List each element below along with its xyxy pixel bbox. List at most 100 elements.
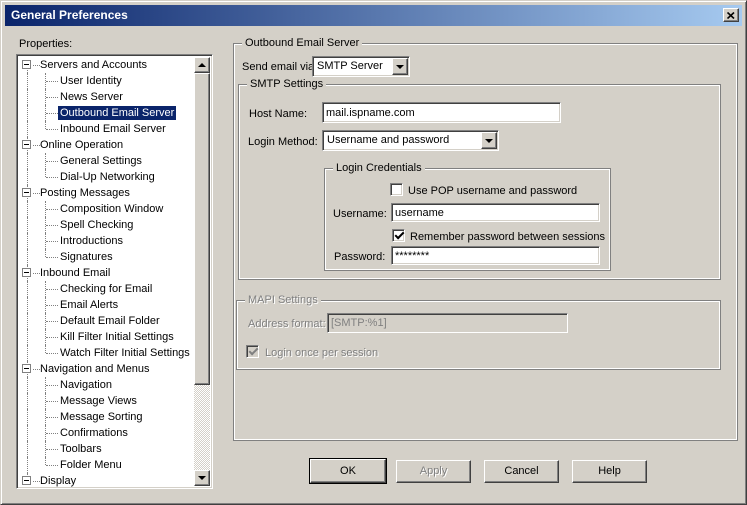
title-bar[interactable]: General Preferences (5, 5, 742, 26)
send-via-dropdown-button[interactable] (392, 58, 408, 75)
tree-connector-line (27, 441, 28, 457)
scroll-up-icon (198, 59, 206, 67)
tree-item-label[interactable]: Kill Filter Initial Settings (58, 330, 176, 344)
tree-item-label[interactable]: Default Email Folder (58, 314, 162, 328)
send-email-via-value: SMTP Server (317, 60, 383, 72)
tree-item[interactable]: Inbound Email (19, 265, 194, 281)
tree-item-label[interactable]: Inbound Email (38, 266, 112, 280)
tree-item[interactable]: Checking for Email (19, 281, 194, 297)
tree-item[interactable]: Signatures (19, 249, 194, 265)
tree-item[interactable]: General Settings (19, 153, 194, 169)
tree-collapse-icon[interactable] (22, 140, 31, 149)
tree-item-label[interactable]: Online Operation (38, 138, 125, 152)
tree-connector-line (27, 281, 28, 297)
tree-item[interactable]: Introductions (19, 233, 194, 249)
use-pop-label[interactable]: Use POP username and password (408, 185, 577, 197)
ok-button[interactable]: OK (310, 459, 386, 483)
tree-item[interactable]: Watch Filter Initial Settings (19, 345, 194, 361)
tree-connector-line (45, 249, 46, 257)
tree-item-label[interactable]: Outbound Email Server (58, 106, 176, 120)
tree-item[interactable]: Navigation and Menus (19, 361, 194, 377)
tree-item[interactable]: Dial-Up Networking (19, 169, 194, 185)
tree-collapse-icon[interactable] (22, 60, 31, 69)
tree-item-label[interactable]: Servers and Accounts (38, 58, 149, 72)
tree-item-label[interactable]: Watch Filter Initial Settings (58, 346, 192, 360)
tree-item-label[interactable]: Confirmations (58, 426, 130, 440)
tree-item-label[interactable]: Inbound Email Server (58, 122, 168, 136)
tree-collapse-icon[interactable] (22, 364, 31, 373)
host-name-input[interactable] (322, 102, 561, 123)
tree-item[interactable]: Online Operation (19, 137, 194, 153)
properties-label: Properties: (19, 38, 72, 50)
tree-item[interactable]: Display (19, 473, 194, 489)
tree-collapse-icon[interactable] (22, 476, 31, 485)
login-method-select[interactable]: Username and password (322, 130, 499, 151)
tree-item-label[interactable]: General Settings (58, 154, 144, 168)
send-email-via-select[interactable]: SMTP Server (312, 56, 410, 77)
tree-connector-line (45, 457, 46, 465)
cancel-button[interactable]: Cancel (484, 460, 559, 483)
address-format-input (327, 313, 568, 333)
login-method-value: Username and password (327, 134, 449, 146)
tree-item[interactable]: Message Views (19, 393, 194, 409)
tree-item-label[interactable]: Spell Checking (58, 218, 135, 232)
tree-item-label[interactable]: Posting Messages (38, 186, 132, 200)
username-input[interactable] (391, 203, 600, 222)
tree-item[interactable]: Confirmations (19, 425, 194, 441)
tree-item[interactable]: Inbound Email Server (19, 121, 194, 137)
tree-item[interactable]: Folder Menu (19, 457, 194, 473)
login-once-checkbox (246, 345, 259, 358)
tree-connector-dash (46, 433, 58, 434)
login-once-label: Login once per session (265, 347, 378, 359)
tree-collapse-icon[interactable] (22, 188, 31, 197)
tree-collapse-icon[interactable] (22, 268, 31, 277)
tree-item-label[interactable]: Display (38, 474, 78, 488)
tree-item-label[interactable]: Navigation (58, 378, 114, 392)
use-pop-checkbox[interactable] (390, 183, 403, 196)
tree-item-label[interactable]: Toolbars (58, 442, 104, 456)
password-input[interactable] (391, 246, 600, 265)
tree-item[interactable]: User Identity (19, 73, 194, 89)
close-button[interactable] (723, 8, 739, 22)
tree-item[interactable]: Posting Messages (19, 185, 194, 201)
host-name-label: Host Name: (249, 108, 307, 120)
tree-item-label[interactable]: Folder Menu (58, 458, 124, 472)
tree-item[interactable]: Spell Checking (19, 217, 194, 233)
tree-item-label[interactable]: Dial-Up Networking (58, 170, 157, 184)
properties-tree[interactable]: Servers and Accounts User Identity News Se… (16, 54, 213, 489)
scrollbar-thumb[interactable] (194, 73, 210, 385)
tree-item-label[interactable]: Email Alerts (58, 298, 120, 312)
tree-item[interactable]: Navigation (19, 377, 194, 393)
tree-item-label[interactable]: Navigation and Menus (38, 362, 151, 376)
tree-item[interactable]: Default Email Folder (19, 313, 194, 329)
remember-password-label[interactable]: Remember password between sessions (410, 231, 605, 243)
tree-connector-dash (46, 177, 58, 178)
tree-connector-dash (46, 321, 58, 322)
tree-scrollbar[interactable] (194, 57, 210, 486)
remember-password-checkbox[interactable] (392, 229, 405, 242)
tree-item-label[interactable]: Message Sorting (58, 410, 145, 424)
tree-item-label[interactable]: Composition Window (58, 202, 165, 216)
help-button[interactable]: Help (572, 460, 647, 483)
chevron-down-icon (485, 139, 493, 147)
tree-item[interactable]: Servers and Accounts (19, 57, 194, 73)
tree-item[interactable]: Kill Filter Initial Settings (19, 329, 194, 345)
tree-item-label[interactable]: Signatures (58, 250, 115, 264)
tree-item[interactable]: Message Sorting (19, 409, 194, 425)
tree-item[interactable]: Toolbars (19, 441, 194, 457)
tree-connector-line (27, 313, 28, 329)
tree-item[interactable]: Email Alerts (19, 297, 194, 313)
tree-item[interactable]: Outbound Email Server (19, 105, 194, 121)
tree-item[interactable]: News Server (19, 89, 194, 105)
tree-item[interactable]: Composition Window (19, 201, 194, 217)
scroll-up-button[interactable] (194, 57, 210, 73)
scroll-down-button[interactable] (194, 470, 210, 486)
tree-item-label[interactable]: News Server (58, 90, 125, 104)
tree-item-label[interactable]: Introductions (58, 234, 125, 248)
address-format-label: Address format: (248, 318, 326, 330)
tree-item-label[interactable]: Message Views (58, 394, 139, 408)
tree-item-label[interactable]: Checking for Email (58, 282, 154, 296)
tree-item-label[interactable]: User Identity (58, 74, 124, 88)
login-method-dropdown-button[interactable] (481, 132, 497, 149)
tree-connector-dash (46, 465, 58, 466)
